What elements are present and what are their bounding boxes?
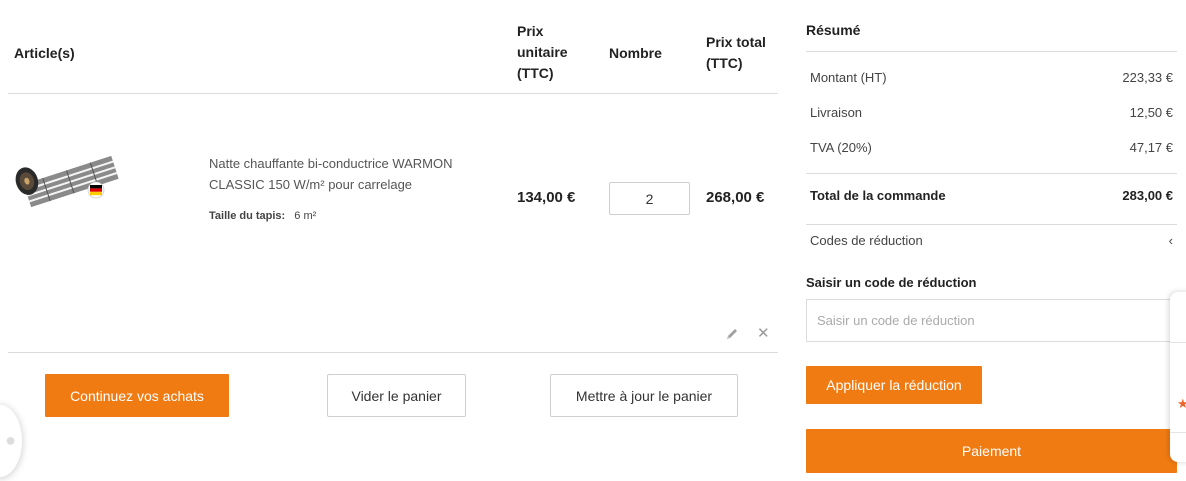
star-icon: ★ bbox=[1177, 396, 1186, 411]
summary-row-amount: Montant (HT) 223,33 € bbox=[810, 70, 1173, 85]
clear-cart-button[interactable]: Vider le panier bbox=[327, 374, 466, 417]
summary-divider bbox=[806, 173, 1177, 174]
cart-section: Article(s) Prix unitaire (TTC) Nombre Pr… bbox=[0, 0, 778, 481]
unit-price: 134,00 € bbox=[517, 189, 576, 206]
option-value: 6 m² bbox=[294, 210, 317, 222]
product-option: Taille du tapis: 6 m² bbox=[209, 210, 316, 222]
discount-toggle-label: Codes de réduction bbox=[810, 233, 923, 248]
order-total-value: 283,00 € bbox=[1122, 188, 1173, 203]
widget-divider bbox=[1170, 342, 1186, 343]
delete-icon[interactable]: ✕ bbox=[757, 326, 770, 342]
summary-row-vat: TVA (20%) 47,17 € bbox=[810, 140, 1173, 155]
header-quantity: Nombre bbox=[609, 45, 662, 61]
summary-row-total: Total de la commande 283,00 € bbox=[810, 188, 1173, 203]
summary-divider bbox=[806, 51, 1177, 52]
summary-label: TVA (20%) bbox=[810, 140, 872, 155]
option-label: Taille du tapis: bbox=[209, 210, 286, 222]
order-summary: Résumé Montant (HT) 223,33 € Livraison 1… bbox=[806, 0, 1177, 481]
summary-value: 47,17 € bbox=[1129, 140, 1173, 155]
continue-shopping-button[interactable]: Continuez vos achats bbox=[45, 374, 229, 417]
widget-divider bbox=[1170, 432, 1186, 433]
product-image[interactable] bbox=[14, 140, 124, 216]
summary-value: 12,50 € bbox=[1129, 105, 1173, 120]
row-total: 268,00 € bbox=[706, 189, 765, 206]
summary-value: 223,33 € bbox=[1122, 70, 1173, 85]
header-article: Article(s) bbox=[14, 45, 75, 61]
summary-label: Montant (HT) bbox=[810, 70, 887, 85]
table-divider-bottom bbox=[8, 352, 778, 353]
discount-codes-toggle[interactable]: Codes de réduction ‹ bbox=[810, 233, 1173, 248]
chevron-left-icon: ‹ bbox=[1168, 233, 1173, 248]
header-unit-price: Prix unitaire (TTC) bbox=[517, 23, 568, 81]
product-name-link[interactable]: Natte chauffante bi-conductrice WARMON C… bbox=[209, 153, 479, 195]
table-divider bbox=[8, 93, 778, 94]
pencil-icon[interactable] bbox=[725, 327, 739, 341]
side-reviews-widget[interactable]: ★ bbox=[1170, 292, 1186, 462]
discount-field-label: Saisir un code de réduction bbox=[806, 275, 977, 290]
quantity-input[interactable] bbox=[609, 182, 690, 215]
update-cart-button[interactable]: Mettre à jour le panier bbox=[550, 374, 738, 417]
header-total-price: Prix total (TTC) bbox=[706, 34, 766, 71]
apply-discount-button[interactable]: Appliquer la réduction bbox=[806, 366, 982, 404]
widget-glyph-icon: ● bbox=[5, 430, 16, 450]
summary-label: Livraison bbox=[810, 105, 863, 120]
summary-row-shipping: Livraison 12,50 € bbox=[810, 105, 1173, 120]
order-total-label: Total de la commande bbox=[810, 188, 946, 203]
discount-code-input[interactable] bbox=[806, 299, 1177, 342]
summary-divider bbox=[806, 224, 1177, 225]
summary-title: Résumé bbox=[806, 22, 861, 38]
checkout-button[interactable]: Paiement bbox=[806, 429, 1177, 473]
